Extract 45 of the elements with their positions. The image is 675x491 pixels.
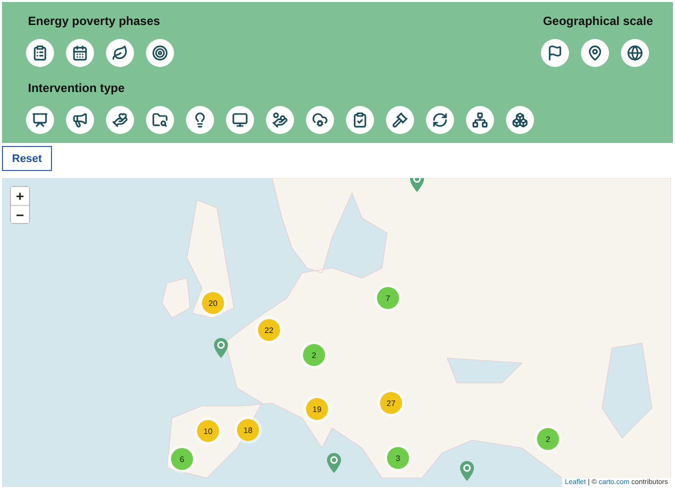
globe-icon [626,45,643,61]
filter-button[interactable] [26,106,54,134]
filter-button[interactable] [106,106,134,134]
filter-button[interactable] [26,39,54,67]
filter-button[interactable] [306,106,334,134]
filter-button[interactable] [346,106,374,134]
filter-button[interactable] [426,106,454,134]
gavel-icon [392,112,408,128]
map-pin-icon [586,45,603,61]
filter-button[interactable] [106,39,134,67]
flag-icon [546,45,563,61]
network-icon [472,112,488,128]
filter-button[interactable] [466,106,494,134]
map-marker-icon[interactable] [460,461,474,481]
filter-button[interactable] [146,39,174,67]
zoom-out-button[interactable]: − [11,205,29,223]
target-icon [152,45,168,61]
monitor-icon [232,112,248,128]
filter-button[interactable] [226,106,254,134]
section-title: Intervention type [28,81,126,95]
filter-button[interactable] [580,39,609,67]
filter-button[interactable] [540,39,569,67]
section-title: Energy poverty phases [28,14,162,28]
filter-button[interactable] [66,39,94,67]
filter-button[interactable] [506,106,534,134]
map-marker-icon[interactable] [410,178,424,192]
map-marker-icon[interactable] [214,338,228,358]
calendar-icon [72,45,88,61]
filter-button[interactable] [146,106,174,134]
leaf-icon [112,45,128,61]
filter-button[interactable] [266,106,294,134]
lightbulb-icon [192,112,208,128]
folder-search-icon [152,112,168,128]
megaphone-icon [72,112,88,128]
reset-button[interactable]: Reset [2,146,52,171]
filter-button[interactable] [620,39,649,67]
filter-button[interactable] [186,106,214,134]
section-title: Geographical scale [542,14,653,28]
presentation-icon [32,112,48,128]
hand-coins-icon [272,112,288,128]
filter-button[interactable] [386,106,414,134]
cycle-icon [432,112,448,128]
map-marker-icon[interactable] [327,453,341,473]
hands-icon [112,112,128,128]
filter-button[interactable] [66,106,94,134]
